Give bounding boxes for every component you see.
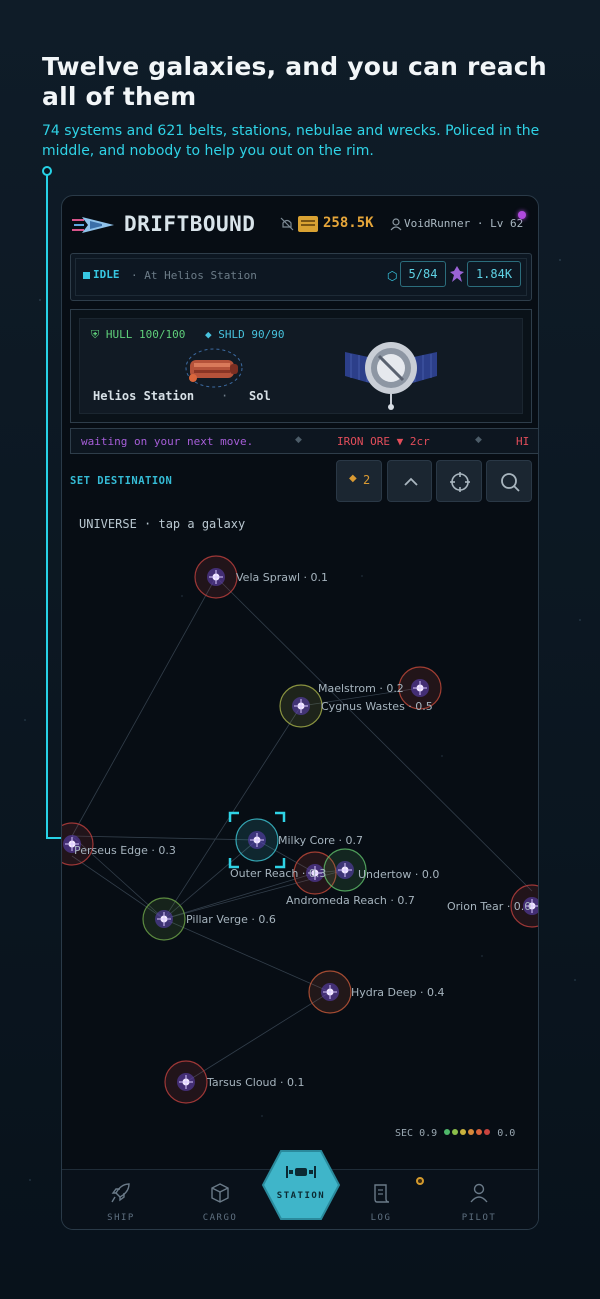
nav-cargo[interactable]: CARGO bbox=[180, 1170, 260, 1229]
credits-balance: 258.5K bbox=[323, 215, 374, 231]
selection-bracket bbox=[275, 811, 286, 822]
ticker-market-next: HI bbox=[516, 435, 530, 448]
galaxy-node[interactable] bbox=[142, 897, 186, 941]
galaxy-label[interactable]: Andromeda Reach · 0.7 bbox=[286, 894, 415, 907]
chevron-up-icon bbox=[404, 477, 418, 486]
user-icon bbox=[390, 218, 402, 231]
log-notification-dot bbox=[416, 1177, 424, 1185]
jump-count: 2 bbox=[363, 473, 371, 487]
ship-state: IDLE bbox=[93, 268, 120, 281]
ticker-market: IRON ORE ▼ 2cr bbox=[337, 435, 430, 448]
pilot-icon bbox=[470, 1183, 488, 1203]
set-destination-label: SET DESTINATION bbox=[70, 475, 173, 487]
galaxy-node[interactable] bbox=[164, 1060, 208, 1104]
galaxy-label[interactable]: Maelstrom · 0.2 bbox=[318, 682, 404, 695]
promo-subline: 74 systems and 621 belts, stations, nebu… bbox=[42, 123, 540, 159]
callout-dot bbox=[42, 166, 52, 176]
notification-dot bbox=[518, 211, 526, 219]
galaxy-label[interactable]: Milky Core · 0.7 bbox=[278, 834, 363, 847]
top-bar: DRIFTBOUND 258.5K VoidRunner · Lv 62 bbox=[62, 196, 538, 254]
security-dot bbox=[476, 1129, 483, 1135]
security-dot bbox=[444, 1129, 451, 1135]
security-dot bbox=[460, 1129, 467, 1135]
player-ship-sprite[interactable] bbox=[184, 347, 244, 389]
cargo-hex-icon: ⬡ bbox=[387, 269, 398, 283]
security-scale bbox=[443, 1128, 491, 1139]
ticker-separator: ◆ bbox=[475, 435, 482, 445]
galaxy-node[interactable] bbox=[279, 684, 323, 728]
galaxy-label[interactable]: Perseus Edge · 0.3 bbox=[74, 844, 176, 857]
crystal-balance[interactable]: 1.84K bbox=[467, 261, 521, 287]
search-button[interactable] bbox=[486, 460, 532, 502]
nav-log[interactable]: LOG bbox=[341, 1170, 421, 1229]
galaxy-node[interactable] bbox=[308, 970, 352, 1014]
zoom-out-button[interactable] bbox=[387, 460, 432, 502]
galaxy-label[interactable]: Hydra Deep · 0.4 bbox=[351, 986, 445, 999]
sound-off-icon[interactable] bbox=[280, 217, 294, 231]
security-dot bbox=[452, 1129, 459, 1135]
nav-log-label: LOG bbox=[370, 1213, 392, 1223]
station-name: Helios Station bbox=[93, 389, 195, 403]
nav-ship[interactable]: SHIP bbox=[81, 1170, 161, 1229]
callout-line-vertical bbox=[46, 173, 48, 839]
shield-status: ◆ SHLD 90/90 bbox=[205, 328, 285, 341]
cargo-capacity[interactable]: 5/84 bbox=[400, 261, 446, 287]
security-legend: SEC 0.9 0.0 bbox=[395, 1128, 516, 1139]
space-station-sprite[interactable] bbox=[343, 332, 439, 412]
location-separator: · bbox=[221, 389, 229, 403]
promo-headline: Twelve galaxies, and you can reach all o… bbox=[42, 52, 547, 111]
ship-logo-icon bbox=[72, 217, 114, 233]
selection-bracket bbox=[275, 858, 286, 869]
credits-icon bbox=[298, 216, 318, 232]
system-name: Sol bbox=[249, 389, 271, 403]
pilot-name-level[interactable]: VoidRunner · Lv 62 bbox=[404, 217, 523, 230]
status-panel: IDLE · At Helios Station ⬡ 5/84 1.84K bbox=[70, 253, 532, 301]
galaxy-label[interactable]: Pillar Verge · 0.6 bbox=[186, 913, 276, 926]
galaxy-node[interactable] bbox=[228, 811, 286, 869]
ticker-message: waiting on your next move. bbox=[81, 435, 254, 448]
security-dot bbox=[468, 1129, 475, 1135]
galaxy-label[interactable]: Tarsus Cloud · 0.1 bbox=[207, 1076, 305, 1089]
scene-panel: ⛨ HULL 100/100 ◆ SHLD 90/90 Helios Stati… bbox=[70, 309, 532, 423]
security-dot bbox=[484, 1129, 491, 1135]
hull-status: ⛨ HULL 100/100 bbox=[91, 328, 186, 341]
locate-button[interactable] bbox=[436, 460, 482, 502]
galaxy-label[interactable]: Vela Sprawl · 0.1 bbox=[236, 571, 328, 584]
nav-station[interactable] bbox=[261, 1149, 341, 1221]
galaxy-map[interactable]: Vela Sprawl · 0.1 Maelstrom · 0.2 Cygnus W… bbox=[62, 536, 538, 1156]
search-icon bbox=[501, 473, 520, 492]
nav-cargo-label: CARGO bbox=[202, 1213, 238, 1223]
news-ticker: waiting on your next move. ◆ IRON ORE ▼ … bbox=[70, 428, 538, 454]
app-screen: DRIFTBOUND 258.5K VoidRunner · Lv 62 IDL… bbox=[61, 195, 539, 1230]
galaxy-label[interactable]: Undertow · 0.0 bbox=[358, 868, 439, 881]
ticker-separator: ◆ bbox=[295, 435, 302, 445]
diamond-icon: ◆ bbox=[349, 473, 357, 484]
crosshair-icon bbox=[450, 472, 470, 492]
universe-title: UNIVERSE · tap a galaxy bbox=[79, 517, 246, 531]
jumps-button[interactable]: ◆ 2 bbox=[336, 460, 382, 502]
app-brand: DRIFTBOUND bbox=[124, 212, 256, 236]
galaxy-node[interactable] bbox=[194, 555, 238, 599]
galaxy-label[interactable]: Cygnus Wastes · 0.5 bbox=[321, 700, 433, 713]
cube-icon bbox=[211, 1183, 229, 1203]
current-location: · At Helios Station bbox=[131, 269, 257, 282]
galaxy-label[interactable]: Orion Tear · 0.0 bbox=[447, 900, 531, 913]
nav-ship-label: SHIP bbox=[107, 1213, 135, 1223]
nav-pilot[interactable]: PILOT bbox=[439, 1170, 519, 1229]
crystal-icon bbox=[450, 266, 464, 282]
nav-pilot-label: PILOT bbox=[461, 1213, 497, 1223]
nav-station-label: STATION bbox=[276, 1191, 326, 1201]
rocket-icon bbox=[111, 1183, 130, 1203]
scroll-icon bbox=[374, 1184, 390, 1203]
galaxy-label[interactable]: Outer Reach · 0.3 bbox=[230, 867, 326, 880]
idle-indicator bbox=[83, 272, 90, 279]
